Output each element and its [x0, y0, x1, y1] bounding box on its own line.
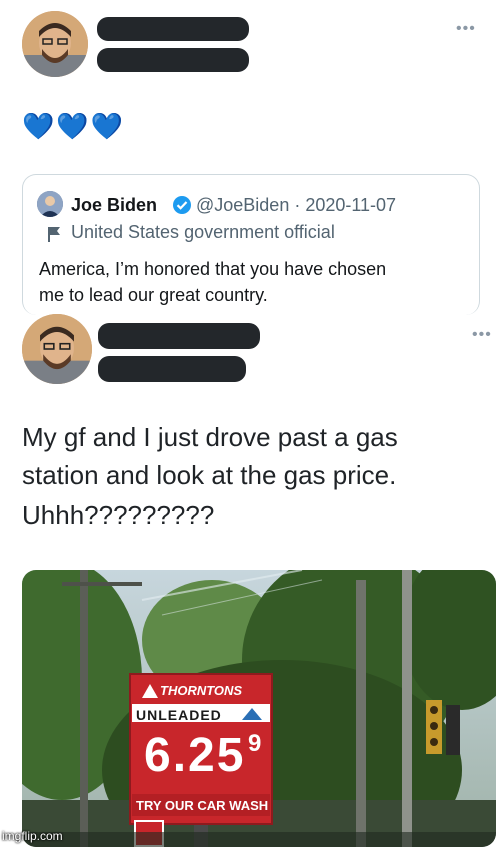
quote-text-line-1: America, I’m honored that you have chose… — [39, 259, 387, 279]
tweet-text-line-1: My gf and I just drove past a gas — [22, 422, 398, 452]
flag-icon — [47, 226, 61, 247]
more-icon[interactable]: ••• — [472, 326, 492, 344]
quote-text-line-2: me to lead our great country. — [39, 285, 268, 305]
sign-car-wash: TRY OUR CAR WASH — [136, 798, 269, 813]
redacted-handle — [98, 356, 246, 382]
imgflip-watermark: imgflip.com — [2, 829, 63, 843]
sign-price-tenth: 9 — [248, 730, 262, 757]
redacted-display-name — [98, 323, 260, 349]
sign-price: 6.25 — [144, 729, 246, 782]
quote-avatar — [37, 191, 63, 217]
tweet-text-line-2: station and look at the gas price. — [22, 460, 397, 490]
redacted-display-name — [97, 17, 249, 41]
government-label: United States government official — [71, 222, 335, 242]
verified-icon — [172, 195, 192, 220]
sign-brand: THORNTONS — [160, 683, 243, 698]
redacted-handle — [97, 48, 249, 72]
tweet-emoji: 💙💙💙 — [22, 111, 126, 141]
quote-author-name: Joe Biden — [71, 195, 158, 215]
sign-grade: UNLEADED — [136, 707, 222, 723]
avatar[interactable] — [22, 314, 92, 384]
avatar[interactable] — [22, 11, 88, 77]
tweet-text-line-3: Uhhh????????? — [22, 500, 215, 530]
quoted-tweet[interactable]: Joe Biden @JoeBiden · 2020-11-07 United … — [22, 174, 480, 315]
tweet-photo[interactable]: THORNTONS UNLEADED 6.25 9 TRY OUR CAR WA… — [22, 570, 496, 847]
quote-handle-date: @JoeBiden · 2020-11-07 — [196, 195, 397, 215]
more-icon[interactable]: ••• — [456, 20, 476, 38]
